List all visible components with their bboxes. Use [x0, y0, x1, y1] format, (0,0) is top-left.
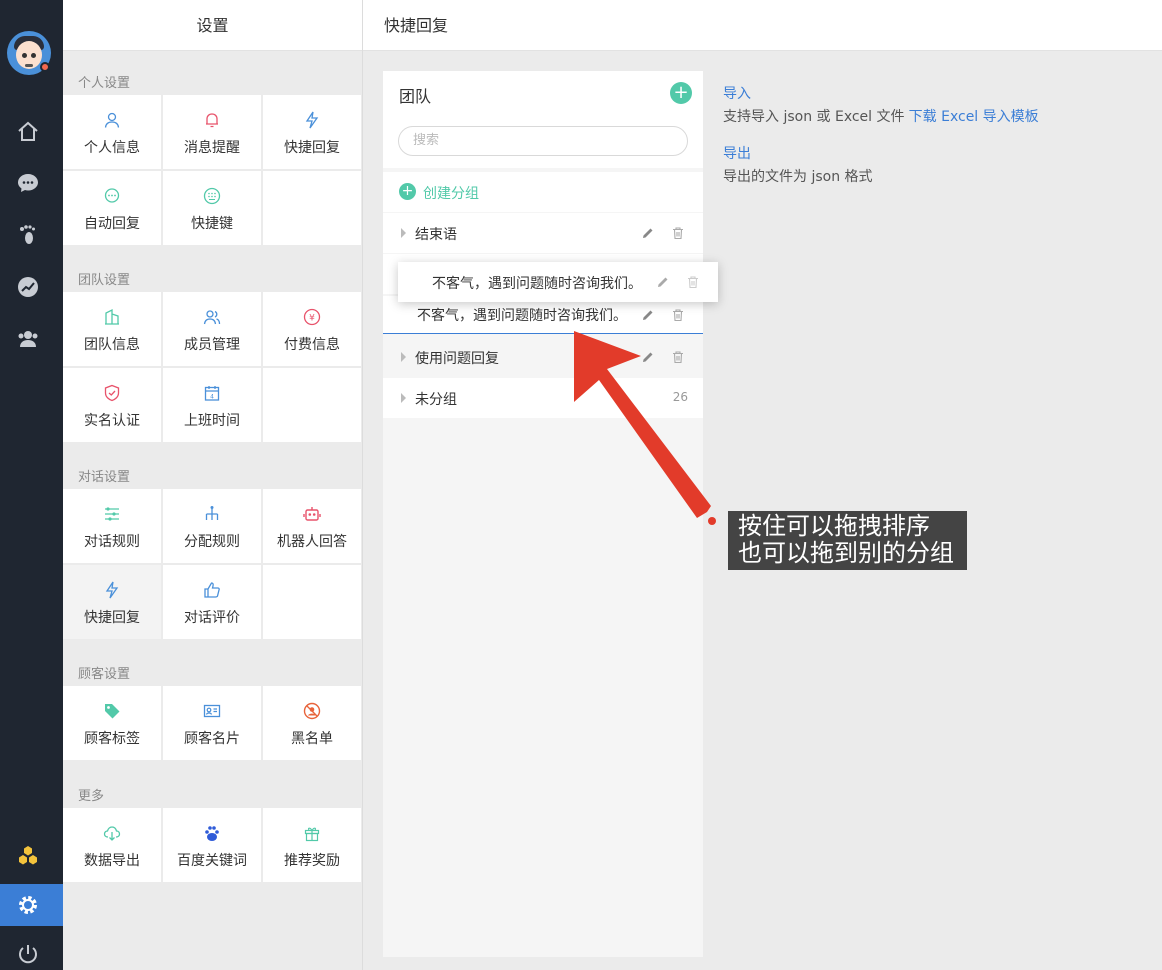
edit-icon[interactable] — [641, 350, 655, 364]
settings-item-profile[interactable]: 个人信息 — [63, 95, 161, 169]
plus-circle-icon: + — [399, 183, 416, 200]
settings-item-robot[interactable]: 机器人回答 — [263, 489, 361, 563]
edit-icon — [658, 277, 668, 287]
settings-panel: 设置 个人设置 个人信息 消息提醒 快捷回复 自动回复 快捷键 团队设置 团队信… — [63, 0, 362, 970]
settings-item-rating[interactable]: 对话评价 — [163, 565, 261, 639]
auto-chat-icon — [104, 188, 120, 203]
gear-icon[interactable] — [16, 893, 40, 917]
annotation-dot — [708, 517, 716, 525]
import-link[interactable]: 导入 — [723, 83, 1039, 103]
settings-item-quick-reply[interactable]: 快捷回复 — [263, 95, 361, 169]
tag-icon — [105, 704, 120, 719]
block-user-icon — [303, 702, 321, 720]
download-template-link[interactable]: 下载 Excel 导入模板 — [909, 109, 1039, 125]
page-title: 快捷回复 — [363, 0, 1162, 51]
settings-item-blacklist[interactable]: 黑名单 — [263, 686, 361, 760]
annotation-tooltip: 按住可以拖拽排序 也可以拖到别的分组 — [728, 511, 967, 570]
import-description: 支持导入 json 或 Excel 文件 — [723, 109, 905, 125]
gift-icon — [304, 827, 320, 842]
trash-icon[interactable] — [671, 308, 685, 322]
settings-item-quick-reply-active[interactable]: 快捷回复 — [63, 565, 161, 639]
settings-item-tags[interactable]: 顾客标签 — [63, 686, 161, 760]
footprint-icon[interactable] — [16, 223, 40, 247]
apps-icon[interactable] — [16, 843, 40, 867]
robot-icon — [303, 507, 321, 521]
section-label-more: 更多 — [78, 789, 105, 804]
settings-item-baidu[interactable]: 百度关键词 — [163, 808, 261, 882]
group-count: 26 — [672, 390, 688, 404]
cloud-download-icon — [103, 826, 121, 841]
caret-right-icon[interactable] — [401, 228, 406, 238]
settings-item-auto-reply[interactable]: 自动回复 — [63, 171, 161, 245]
chat-icon[interactable] — [16, 171, 40, 195]
shield-icon — [104, 384, 120, 402]
section-label-personal: 个人设置 — [78, 76, 131, 91]
dragged-reply-item[interactable]: 不客气，遇到问题随时咨询我们。 — [398, 262, 718, 302]
add-reply-button[interactable]: + — [670, 82, 692, 104]
trash-icon[interactable] — [671, 350, 685, 364]
settings-item-shortcuts[interactable]: 快捷键 — [163, 171, 261, 245]
settings-item-work-hours[interactable]: 4 上班时间 — [163, 368, 261, 442]
settings-item-team-info[interactable]: 团队信息 — [63, 292, 161, 366]
nav-rail — [0, 0, 63, 970]
yen-icon: ¥ — [303, 308, 321, 326]
group-row[interactable]: 使用问题回复 — [383, 337, 703, 377]
svg-text:4: 4 — [210, 394, 214, 401]
settings-item-referral[interactable]: 推荐奖励 — [263, 808, 361, 882]
settings-item-chat-rules[interactable]: 对话规则 — [63, 489, 161, 563]
search-input[interactable]: 搜索 — [398, 126, 688, 156]
section-label-team: 团队设置 — [78, 273, 131, 288]
settings-item-empty — [263, 565, 361, 639]
team-icon[interactable] — [16, 327, 40, 351]
export-description: 导出的文件为 json 格式 — [723, 169, 873, 185]
thumbs-up-icon — [204, 582, 220, 598]
export-link[interactable]: 导出 — [723, 143, 1039, 163]
edit-icon[interactable] — [641, 308, 655, 322]
bell-icon — [206, 113, 218, 128]
sliders-icon — [105, 507, 119, 521]
team-title: 团队 — [399, 87, 432, 106]
settings-item-empty — [263, 368, 361, 442]
settings-item-members[interactable]: 成员管理 — [163, 292, 261, 366]
panel-divider — [362, 0, 363, 970]
settings-item-empty — [263, 171, 361, 245]
caret-right-icon[interactable] — [401, 393, 406, 403]
import-export-panel: 导入 支持导入 json 或 Excel 文件 下载 Excel 导入模板 导出… — [723, 83, 1039, 186]
status-dot — [40, 62, 50, 72]
svg-text:¥: ¥ — [309, 314, 315, 324]
settings-item-notify[interactable]: 消息提醒 — [163, 95, 261, 169]
edit-icon[interactable] — [641, 226, 655, 240]
keypad-icon — [203, 187, 221, 205]
settings-item-assign-rules[interactable]: 分配规则 — [163, 489, 261, 563]
caret-right-icon[interactable] — [401, 352, 406, 362]
settings-item-verify[interactable]: 实名认证 — [63, 368, 161, 442]
stats-icon[interactable] — [16, 275, 40, 299]
members-icon — [203, 310, 221, 325]
team-header: 团队 + — [383, 71, 703, 116]
baidu-paw-icon — [205, 826, 219, 841]
lightning-icon — [305, 111, 319, 129]
settings-item-cards[interactable]: 顾客名片 — [163, 686, 261, 760]
group-row[interactable]: 未分组 26 — [383, 378, 703, 418]
settings-item-billing[interactable]: ¥ 付费信息 — [263, 292, 361, 366]
settings-title: 设置 — [63, 0, 362, 51]
building-icon — [105, 308, 119, 325]
user-icon — [104, 112, 120, 128]
power-icon[interactable] — [16, 942, 40, 966]
hierarchy-icon — [205, 506, 219, 520]
trash-icon — [688, 276, 698, 289]
lightning-icon — [105, 581, 119, 599]
id-card-icon — [203, 704, 221, 718]
group-row[interactable]: 结束语 — [383, 213, 703, 253]
settings-item-export[interactable]: 数据导出 — [63, 808, 161, 882]
trash-icon[interactable] — [671, 226, 685, 240]
section-label-chat: 对话设置 — [78, 470, 131, 485]
section-label-customer: 顾客设置 — [78, 667, 131, 682]
quick-reply-group-panel: 团队 + 搜索 + 创建分组 结束语 666 不客气，遇到问题随时咨询我们。 使… — [383, 71, 703, 957]
calendar-icon: 4 — [204, 386, 220, 401]
home-icon[interactable] — [16, 120, 40, 144]
create-group-button[interactable]: + 创建分组 — [383, 172, 703, 212]
